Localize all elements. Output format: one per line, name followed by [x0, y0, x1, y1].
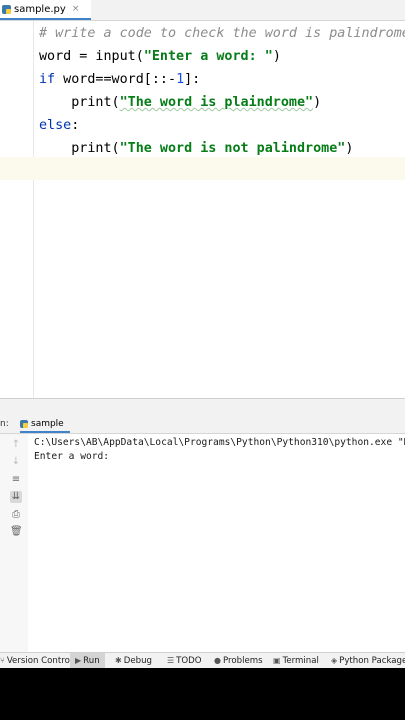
string-literal: "The word is plaindrome" [119, 95, 314, 110]
debug-button[interactable]: ✱ Debug [115, 653, 152, 669]
code-line-4[interactable]: print("The word is plaindrome") [39, 91, 321, 114]
todo-button[interactable]: ☰ TODO [167, 653, 202, 669]
close-icon[interactable]: × [72, 4, 80, 14]
editor-tab-sample[interactable]: sample.py × [0, 0, 92, 20]
version-control-button[interactable]: ⑂ Version Control [0, 653, 72, 669]
python-run-config-icon [20, 420, 28, 428]
run-icon: ▶ [75, 656, 82, 665]
run-button[interactable]: ▶ Run [70, 653, 105, 669]
editor-tab-bar: sample.py × [0, 0, 405, 21]
python-file-icon [2, 4, 11, 14]
run-panel-label: n: [0, 419, 9, 429]
problems-button[interactable]: ● Problems [214, 653, 263, 669]
keyword-else: else [39, 118, 72, 133]
trash-icon[interactable]: 🗑 [10, 526, 23, 538]
code-line-6[interactable]: print("The word is not palindrome") [39, 137, 353, 160]
run-label: Run [83, 656, 100, 666]
run-toolbar: ↑ ↓ ≡ ⇊ ⎙ 🗑 [0, 434, 29, 652]
terminal-button[interactable]: ▣ Terminal [273, 653, 319, 669]
editor-gutter[interactable] [0, 21, 34, 398]
code-text: : [71, 118, 80, 133]
code-text: ) [272, 49, 281, 64]
debug-label: Debug [123, 656, 152, 666]
console-line-1: C:\Users\AB\AppData\Local\Programs\Pytho… [34, 437, 405, 448]
run-tab-sample[interactable]: sample [20, 417, 70, 433]
debug-icon: ✱ [115, 656, 122, 665]
problems-label: Problems [222, 656, 263, 666]
version-control-icon: ⑂ [0, 656, 5, 665]
number-literal: 1 [176, 72, 185, 87]
string-literal: "The word is not palindrome" [119, 141, 346, 156]
todo-icon: ☰ [167, 656, 175, 665]
editor-tab-label: sample.py [14, 3, 66, 15]
code-line-5[interactable]: else: [39, 114, 79, 137]
console-line-2: Enter a word: [34, 451, 110, 462]
string-literal: "Enter a word: " [143, 49, 273, 64]
run-tab-label: sample [31, 419, 64, 429]
problems-icon: ● [214, 656, 221, 665]
tool-window-bar: ⑂ Version Control ▶ Run ✱ Debug ☰ TODO ● Prob… [0, 652, 405, 669]
code-line-1[interactable]: # write a code to check the word is pali… [39, 22, 405, 45]
python-packages-button[interactable]: ◈ Python Packages [331, 653, 405, 669]
panel-splitter[interactable] [0, 398, 405, 418]
keyword-if: if [39, 72, 56, 87]
terminal-label: Terminal [282, 656, 319, 666]
todo-label: TODO [176, 656, 202, 666]
run-panel-header: n: sample [0, 417, 405, 434]
soft-wrap-icon[interactable]: ≡ [10, 474, 22, 486]
code-text: print( [39, 95, 120, 110]
terminal-icon: ▣ [273, 656, 281, 665]
code-text: ]: [184, 72, 201, 87]
console-output[interactable]: C:\Users\AB\AppData\Local\Programs\Pytho… [28, 434, 405, 652]
code-text: ) [313, 95, 322, 110]
code-line-3[interactable]: if word==word[::-1]: [39, 68, 200, 91]
code-text: word = input( [39, 49, 144, 64]
current-line-highlight [0, 157, 405, 180]
code-line-2[interactable]: word = input("Enter a word: ") [39, 45, 281, 68]
python-packages-icon: ◈ [331, 656, 338, 665]
python-packages-label: Python Packages [339, 656, 405, 666]
scroll-down-icon[interactable]: ↓ [10, 456, 22, 468]
version-control-label: Version Control [6, 656, 73, 666]
scroll-up-icon[interactable]: ↑ [10, 439, 22, 451]
code-text: print( [39, 141, 120, 156]
scroll-to-end-icon[interactable]: ⇊ [10, 491, 22, 503]
print-icon[interactable]: ⎙ [10, 509, 22, 521]
letterbox-bar [0, 668, 405, 720]
code-text: word==word[::- [55, 72, 177, 87]
comment-text: # write a code to check the word is pali… [39, 26, 405, 41]
code-text: ) [345, 141, 354, 156]
code-editor[interactable]: # write a code to check the word is pali… [0, 21, 405, 398]
